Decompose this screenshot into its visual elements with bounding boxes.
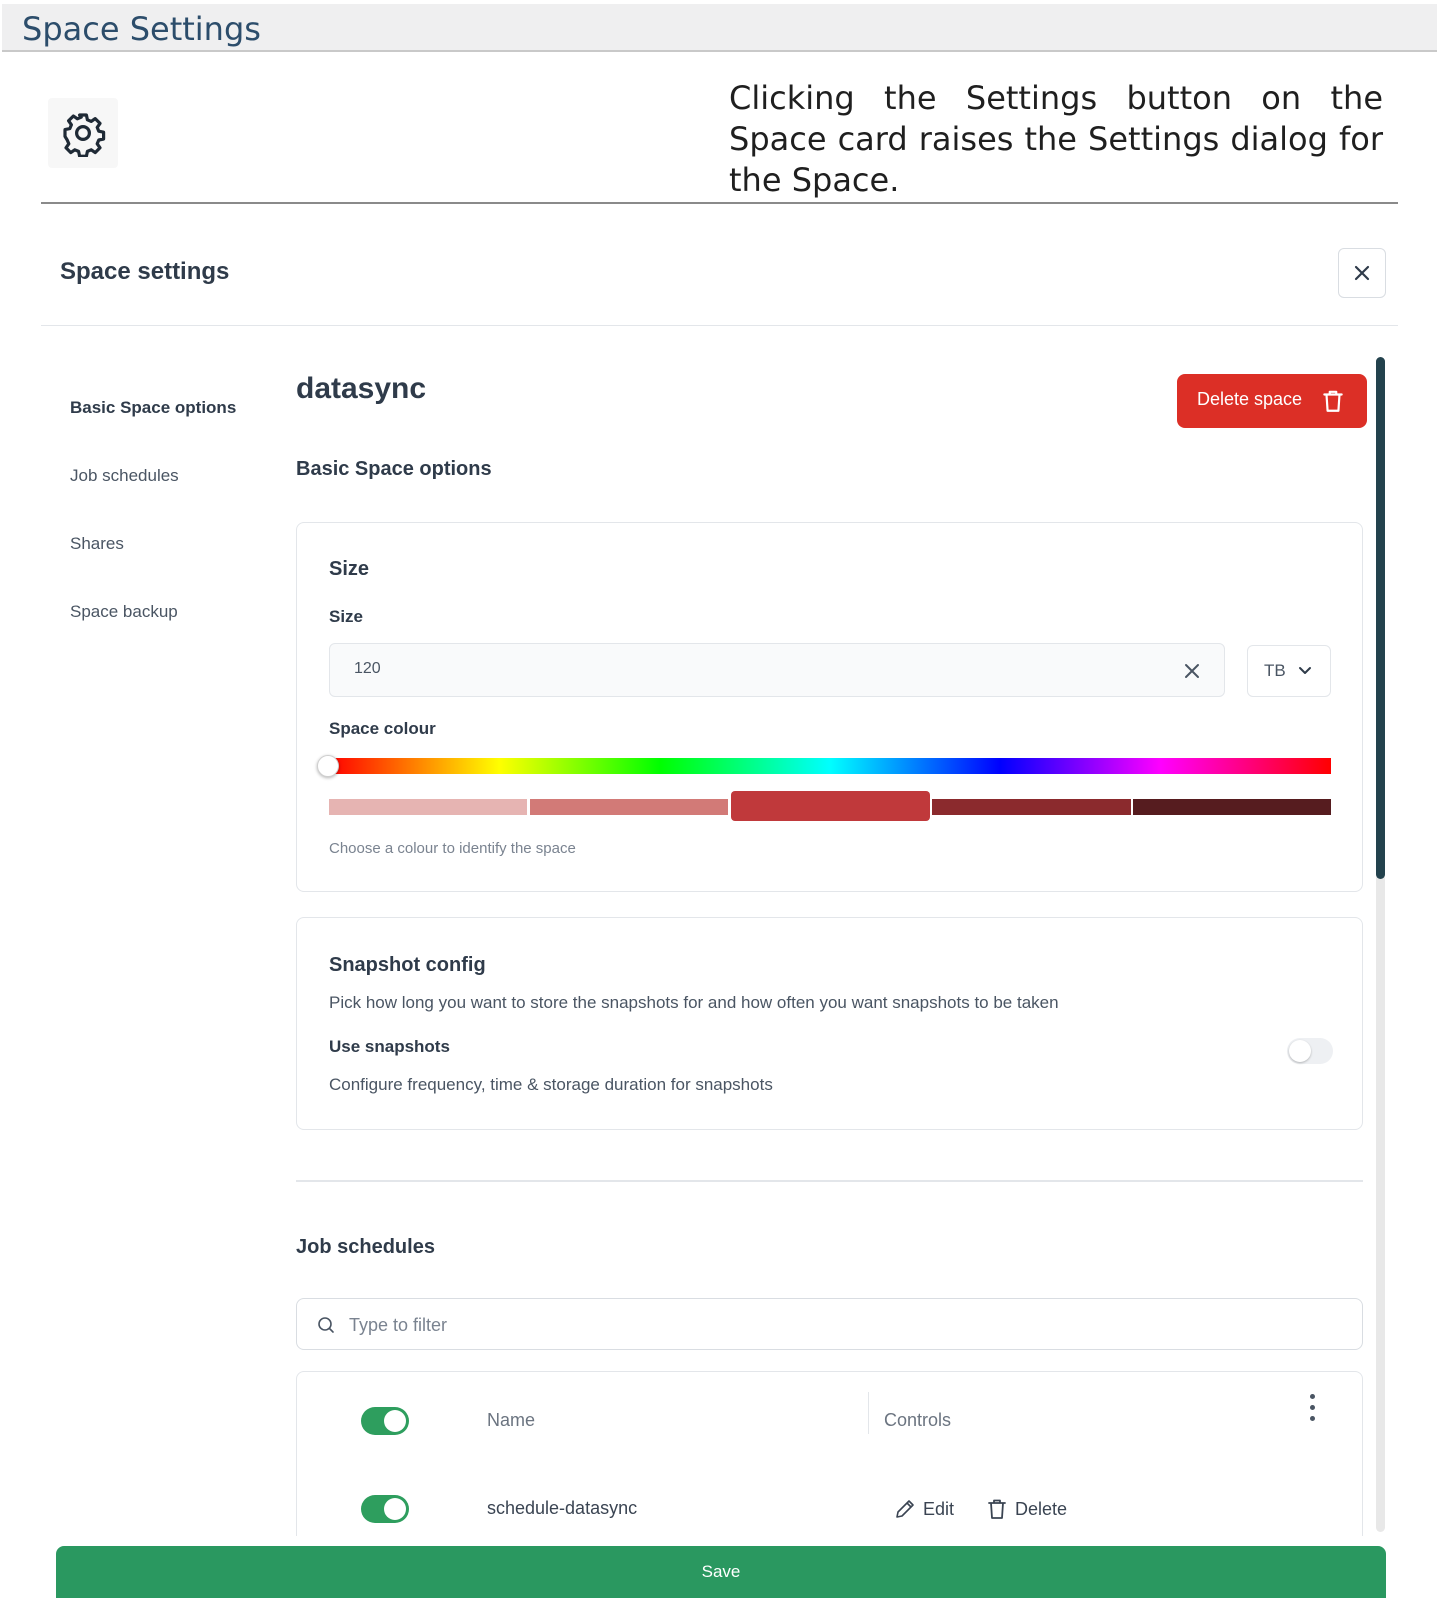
size-value: 120 (354, 660, 381, 677)
job-schedules-title: Job schedules (296, 1236, 435, 1258)
close-icon (1354, 265, 1370, 281)
space-name: datasync (296, 372, 427, 405)
size-field-label: Size (329, 607, 364, 626)
more-options-icon[interactable] (1308, 1394, 1318, 1424)
save-button[interactable]: Save (56, 1546, 1386, 1598)
trash-icon (1323, 390, 1343, 412)
size-card: Size Size 120 TB Space colour Choose a c… (296, 522, 1363, 892)
chevron-down-icon (1299, 667, 1311, 674)
delete-space-label: Delete space (1197, 389, 1303, 409)
use-snapshots-label: Use snapshots (329, 1037, 450, 1056)
dialog-title: Space settings (60, 258, 230, 285)
settings-button[interactable] (48, 98, 118, 168)
doc-header: Space Settings (2, 4, 1437, 52)
colour-hint: Choose a colour to identify the space (329, 840, 576, 857)
colour-swatch[interactable] (731, 791, 930, 821)
trash-icon (988, 1499, 1006, 1519)
column-header-name[interactable]: Name (487, 1410, 535, 1431)
colour-swatch[interactable] (932, 799, 1131, 815)
snapshot-description: Pick how long you want to store the snap… (329, 993, 1059, 1012)
size-heading: Size (329, 558, 370, 580)
snapshot-card: Snapshot config Pick how long you want t… (296, 917, 1363, 1130)
section-title: Basic Space options (296, 458, 492, 480)
use-snapshots-toggle[interactable] (1287, 1038, 1333, 1064)
filter-field[interactable] (296, 1298, 1363, 1350)
gear-icon (63, 113, 106, 157)
hue-slider[interactable] (329, 758, 1331, 774)
colour-swatch[interactable] (1133, 799, 1331, 815)
divider (296, 1180, 1363, 1182)
sidebar-item-shares[interactable]: Shares (70, 534, 124, 554)
sidebar-item-space-backup[interactable]: Space backup (70, 602, 178, 622)
dot (1310, 1394, 1315, 1399)
delete-space-button[interactable]: Delete space (1177, 374, 1367, 428)
delete-label: Delete (1015, 1499, 1068, 1519)
search-icon (318, 1317, 334, 1333)
unit-value: TB (1264, 661, 1286, 680)
hue-slider-thumb[interactable] (317, 755, 339, 777)
column-header-controls[interactable]: Controls (884, 1410, 951, 1431)
filter-input[interactable] (347, 1309, 1251, 1341)
select-all-toggle[interactable] (361, 1407, 409, 1435)
column-separator (868, 1392, 869, 1434)
row-name: schedule-datasync (487, 1498, 638, 1518)
dot (1310, 1405, 1315, 1410)
colour-swatch[interactable] (329, 799, 527, 815)
divider (41, 202, 1398, 204)
snapshot-heading: Snapshot config (329, 954, 486, 976)
row-enable-toggle[interactable] (361, 1495, 409, 1523)
toggle-knob (1289, 1040, 1311, 1062)
toggle-knob (384, 1498, 406, 1520)
scrollbar-thumb[interactable] (1376, 357, 1385, 879)
edit-label: Edit (923, 1499, 955, 1519)
divider (41, 325, 1398, 326)
dot (1310, 1416, 1315, 1421)
pencil-icon (896, 1500, 914, 1518)
unit-select[interactable]: TB (1247, 645, 1331, 697)
doc-title: Space Settings (22, 10, 261, 48)
clear-icon[interactable] (1184, 663, 1200, 679)
colour-swatches (329, 791, 1331, 821)
job-schedules-table: Name Controls schedule-datasync Edit Del… (296, 1371, 1363, 1536)
intro-text: Clicking the Settings button on the Spac… (729, 79, 1383, 199)
edit-button[interactable]: Edit (893, 1499, 963, 1523)
space-colour-label: Space colour (329, 719, 436, 738)
use-snapshots-description: Configure frequency, time & storage dura… (329, 1075, 773, 1094)
sidebar-item-job-schedules[interactable]: Job schedules (70, 466, 179, 486)
size-input[interactable]: 120 (329, 643, 1225, 697)
colour-swatch[interactable] (530, 799, 728, 815)
toggle-knob (384, 1410, 406, 1432)
close-button[interactable] (1338, 248, 1386, 298)
sidebar-item-basic-space-options[interactable]: Basic Space options (70, 398, 236, 418)
delete-button[interactable]: Delete (985, 1499, 1075, 1523)
